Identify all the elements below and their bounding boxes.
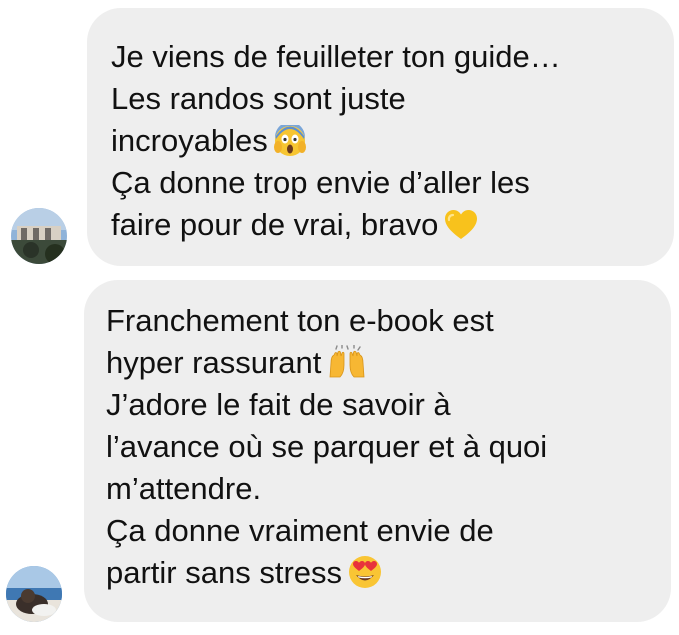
message-line: Ça donne vraiment envie de — [106, 513, 494, 548]
message-line: Les randos sont juste — [111, 81, 406, 116]
message-line-with-emoji: faire pour de vrai, bravo — [111, 204, 654, 246]
message-line-with-emoji: incroyables — [111, 120, 654, 162]
face-screaming-in-fear-emoji — [273, 125, 306, 157]
avatar-photo — [6, 566, 62, 622]
message-bubble: Franchement ton e-book est hyper rassura… — [84, 280, 671, 622]
chat-thread: Je viens de feuilleter ton guide… Les ra… — [0, 0, 679, 635]
yellow-heart-emoji — [444, 209, 478, 241]
sender-avatar[interactable] — [11, 208, 67, 264]
sender-avatar[interactable] — [6, 566, 62, 622]
message-text: incroyables — [111, 123, 268, 158]
message-line: J’adore le fait de savoir à — [106, 387, 451, 422]
message-text: partir sans stress — [106, 555, 343, 590]
raising-hands-emoji — [327, 345, 367, 379]
avatar-photo — [11, 208, 67, 264]
message-line: m’attendre. — [106, 471, 262, 506]
message-line: l’avance où se parquer et à quoi — [106, 429, 548, 464]
message-line-with-emoji: partir sans stress — [106, 552, 651, 594]
message-line: Ça donne trop envie d’aller les — [111, 165, 530, 200]
message-line-with-emoji: hyper rassurant — [106, 342, 651, 384]
message-line: Je viens de feuilleter ton guide… — [111, 39, 561, 74]
message-text: faire pour de vrai, bravo — [111, 207, 439, 242]
message-text: hyper rassurant — [106, 345, 322, 380]
heart-eyes-emoji — [348, 555, 382, 589]
message-line: Franchement ton e-book est — [106, 303, 494, 338]
message-bubble: Je viens de feuilleter ton guide… Les ra… — [87, 8, 674, 266]
